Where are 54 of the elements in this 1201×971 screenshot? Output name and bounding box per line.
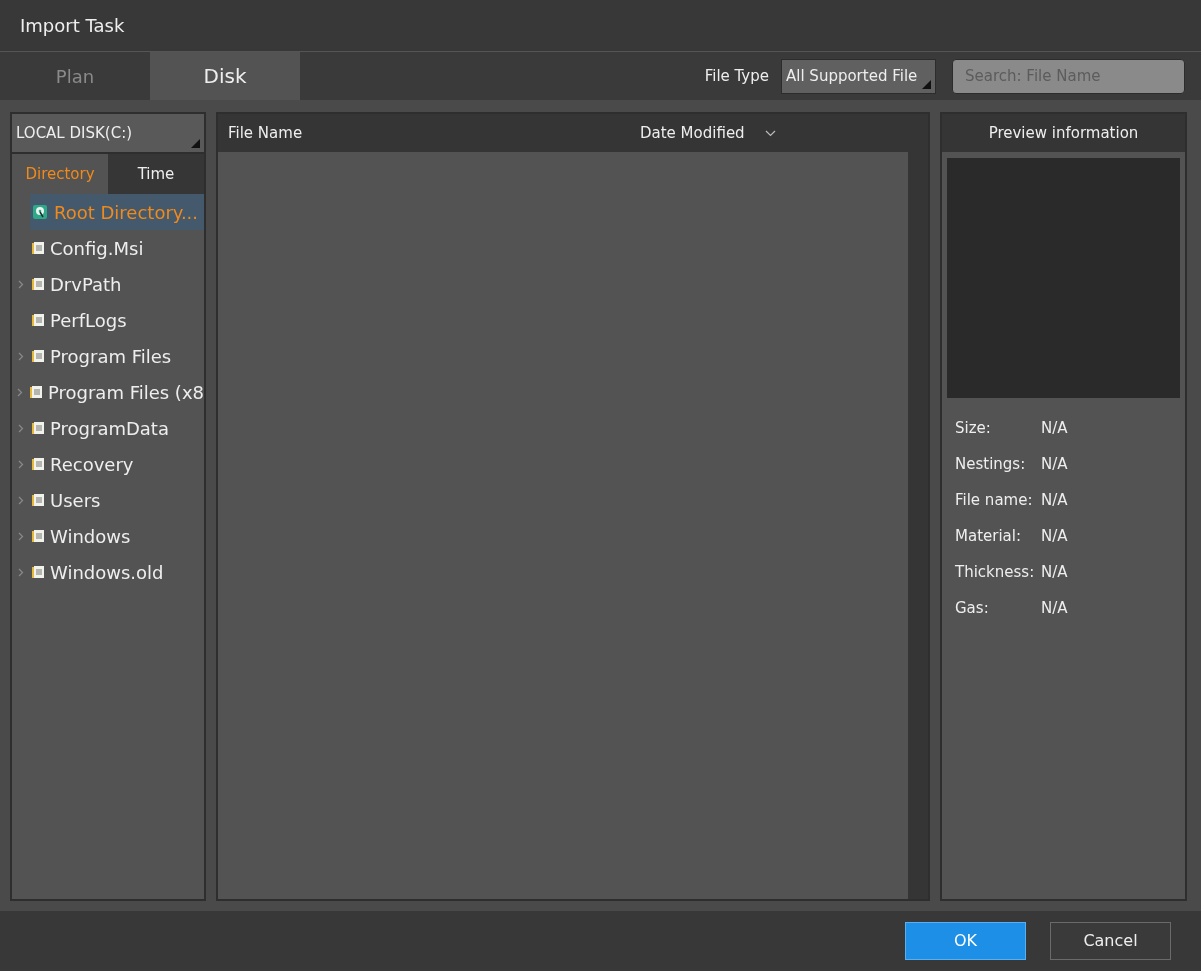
field-label: Size:: [955, 417, 992, 439]
field-label: Material:: [955, 525, 1022, 547]
chevron-right-icon[interactable]: [17, 387, 23, 397]
tree-item[interactable]: Program Files (x8: [28, 374, 204, 410]
tree-item[interactable]: DrvPath: [30, 266, 204, 302]
chevron-right-icon[interactable]: [18, 279, 24, 289]
dropdown-corner-icon: [922, 79, 931, 89]
tree-item[interactable]: Config.Msi: [30, 230, 204, 266]
chevron-right-icon[interactable]: [18, 423, 24, 433]
field-label: Nestings:: [955, 453, 1027, 475]
tab[interactable]: Disk: [150, 52, 300, 100]
disk-dropdown[interactable]: LOCAL DISK(C:): [12, 114, 204, 154]
field-value: N/A: [1041, 489, 1068, 511]
tree-item[interactable]: Program Files: [30, 338, 204, 374]
chevron-right-icon[interactable]: [18, 459, 24, 469]
file-icon: [30, 385, 42, 399]
field-value: N/A: [1041, 417, 1068, 439]
field-value: N/A: [1041, 453, 1068, 475]
dropdown-corner-icon: [191, 139, 200, 148]
side-tab[interactable]: Time: [108, 154, 204, 194]
file-icon: [32, 349, 44, 363]
field-label: Gas:: [955, 597, 990, 619]
field-label: File name:: [955, 489, 1034, 511]
preview-title: Preview information: [988, 122, 1139, 144]
tree-item[interactable]: Windows: [30, 518, 204, 554]
field-value: N/A: [1041, 597, 1068, 619]
chevron-right-icon[interactable]: [18, 495, 24, 505]
column-header[interactable]: File Name: [218, 121, 640, 145]
tree-item[interactable]: Windows.old: [30, 554, 204, 590]
chevron-right-icon[interactable]: [18, 351, 24, 361]
file-icon: [32, 313, 44, 327]
tree-item[interactable]: ProgramData: [30, 410, 204, 446]
file-icon: [32, 529, 44, 543]
column-header[interactable]: Date Modified: [640, 121, 745, 145]
file-type-label: File Type: [704, 65, 769, 87]
chevron-down-icon[interactable]: [764, 129, 776, 137]
ok-button[interactable]: OK: [905, 922, 1026, 960]
file-type-dropdown[interactable]: All Supported File: [781, 58, 936, 94]
file-icon: [32, 565, 44, 579]
cancel-button[interactable]: Cancel: [1050, 922, 1171, 960]
file-icon: [32, 277, 44, 291]
file-icon: [32, 493, 44, 507]
file-icon: [32, 421, 44, 435]
field-value: N/A: [1041, 525, 1068, 547]
tree-item[interactable]: PerfLogs: [30, 302, 204, 338]
window-title: Import Task: [20, 14, 125, 38]
tree-item[interactable]: Users: [30, 482, 204, 518]
file-icon: [32, 457, 44, 471]
field-value: N/A: [1041, 561, 1068, 583]
field-label: Thickness:: [955, 561, 1036, 583]
tree-item[interactable]: Recovery: [30, 446, 204, 482]
file-icon: [32, 241, 44, 255]
chevron-right-icon[interactable]: [18, 531, 24, 541]
chevron-right-icon[interactable]: [18, 567, 24, 577]
